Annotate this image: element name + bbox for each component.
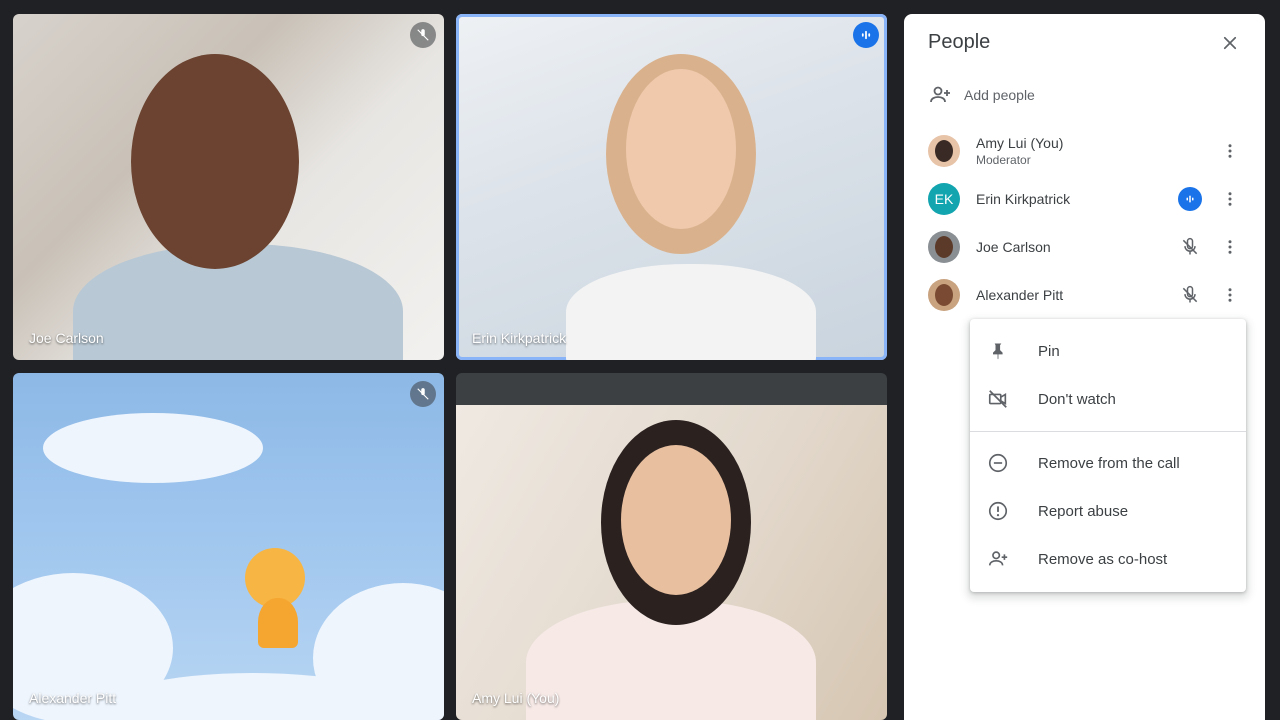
- participant-role: Moderator: [976, 153, 1031, 167]
- cloud-decoration: [43, 413, 263, 483]
- menu-item-dont-watch[interactable]: Don't watch: [970, 377, 1246, 421]
- participant-name: Amy Lui (You): [976, 135, 1064, 151]
- close-button[interactable]: [1217, 30, 1243, 56]
- menu-item-report-abuse[interactable]: Report abuse: [970, 489, 1246, 533]
- mic-off-icon: [410, 381, 436, 407]
- pin-icon: [986, 339, 1010, 363]
- menu-item-label: Remove as co-host: [1038, 550, 1168, 568]
- menu-item-label: Don't watch: [1038, 390, 1116, 408]
- participant-name: Erin Kirkpatrick: [976, 191, 1071, 207]
- avatar-initials: EK: [934, 191, 954, 207]
- menu-item-remove-from-call[interactable]: Remove from the call: [970, 441, 1246, 485]
- avatar: [928, 135, 960, 167]
- person-add-icon: [930, 86, 950, 103]
- more-vert-icon: [1228, 192, 1232, 206]
- panel-title: People: [928, 31, 991, 53]
- menu-item-label: Pin: [1038, 342, 1060, 360]
- participant-name: Joe Carlson: [976, 239, 1051, 255]
- mute-toggle-button[interactable]: [1177, 282, 1203, 308]
- menu-item-remove-co-host[interactable]: Remove as co-host: [970, 537, 1246, 581]
- menu-divider: [970, 431, 1246, 432]
- mic-off-icon: [1182, 237, 1198, 255]
- video-tile-alexander-pitt[interactable]: Alexander Pitt: [13, 373, 444, 720]
- participant-video: [566, 264, 816, 360]
- more-options-button[interactable]: [1217, 186, 1243, 212]
- avatar: EK: [928, 183, 960, 215]
- participant-row-alexander[interactable]: Alexander Pitt: [928, 275, 1243, 315]
- speaking-indicator: [1177, 186, 1203, 212]
- participant-video: [456, 405, 887, 720]
- more-options-button[interactable]: [1217, 282, 1243, 308]
- menu-item-label: Remove from the call: [1038, 454, 1180, 472]
- avatar: [928, 231, 960, 263]
- avatar: [928, 279, 960, 311]
- speaking-indicator-icon: [853, 22, 879, 48]
- add-people-label: Add people: [964, 87, 1035, 103]
- more-vert-icon: [1228, 240, 1232, 254]
- tile-name-label: Joe Carlson: [29, 330, 104, 346]
- tile-name-label: Alexander Pitt: [29, 690, 117, 706]
- participant-row-amy[interactable]: Amy Lui (You) Moderator: [928, 131, 1243, 171]
- participant-face: [621, 445, 731, 595]
- avatar-creature-body: [258, 598, 298, 648]
- more-options-button[interactable]: [1217, 138, 1243, 164]
- tile-name-label: Amy Lui (You): [472, 690, 560, 706]
- add-people-button[interactable]: Add people: [928, 82, 1035, 108]
- participant-face: [131, 54, 299, 269]
- video-off-icon: [986, 387, 1010, 411]
- mic-off-icon: [1182, 285, 1198, 303]
- person-add-icon: [986, 547, 1010, 571]
- tile-name-label: Erin Kirkpatrick: [472, 330, 567, 346]
- close-icon: [1223, 36, 1237, 50]
- more-options-button[interactable]: [1217, 234, 1243, 260]
- menu-item-label: Report abuse: [1038, 502, 1129, 520]
- report-icon: [986, 499, 1010, 523]
- more-vert-icon: [1228, 288, 1232, 302]
- participant-options-menu: Pin Don't watch Remove from the call Rep…: [970, 319, 1246, 592]
- mute-toggle-button[interactable]: [1177, 234, 1203, 260]
- video-tile-erin-kirkpatrick[interactable]: Erin Kirkpatrick: [456, 14, 887, 360]
- participant-row-joe[interactable]: Joe Carlson: [928, 227, 1243, 267]
- remove-circle-icon: [986, 451, 1010, 475]
- more-vert-icon: [1228, 144, 1232, 158]
- mic-off-icon: [410, 22, 436, 48]
- participant-row-erin[interactable]: EK Erin Kirkpatrick: [928, 179, 1243, 219]
- participant-name: Alexander Pitt: [976, 287, 1064, 303]
- participant-face-detail: [626, 69, 736, 229]
- speaking-indicator-icon: [1178, 187, 1202, 211]
- video-tile-amy-lui[interactable]: Amy Lui (You): [456, 373, 887, 720]
- menu-item-pin[interactable]: Pin: [970, 329, 1246, 373]
- video-tile-joe-carlson[interactable]: Joe Carlson: [13, 14, 444, 360]
